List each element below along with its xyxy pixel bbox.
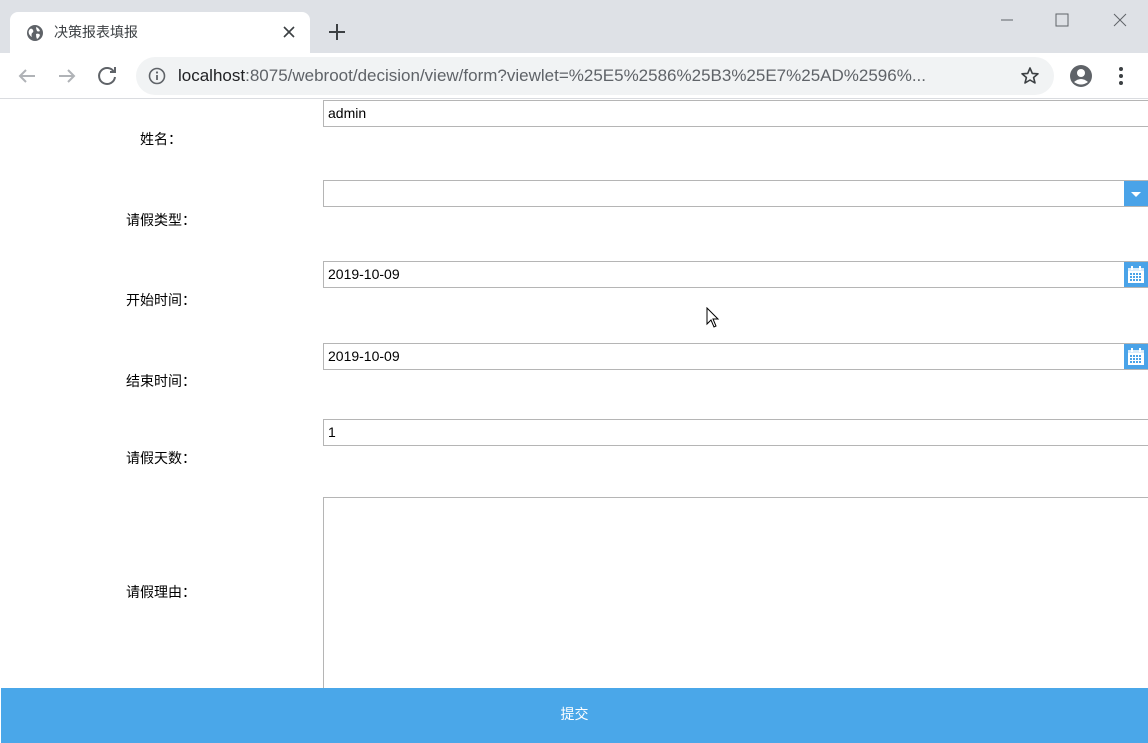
leave-reason-label: 请假理由： [126, 585, 196, 601]
browser-tabstrip: 决策报表填报 [0, 0, 1148, 53]
leave-type-label: 请假类型： [126, 213, 196, 229]
submit-button[interactable]: 提交 [1, 688, 1148, 743]
leave-type-select[interactable] [323, 180, 1148, 207]
dropdown-button[interactable] [1124, 181, 1148, 206]
url-host: localhost [178, 66, 246, 85]
leave-days-input[interactable]: 1 [323, 419, 1148, 446]
url-path: :8075/webroot/decision/view/form?viewlet… [245, 66, 926, 85]
start-date-input[interactable]: 2019-10-09 [323, 261, 1148, 288]
browser-tab[interactable]: 决策报表填报 [10, 12, 310, 53]
minimize-icon[interactable] [995, 8, 1019, 32]
calendar-icon [1128, 348, 1144, 365]
tab-title: 决策报表填报 [54, 25, 138, 41]
leave-days-label: 请假天数： [126, 451, 196, 467]
start-date-picker-button[interactable] [1124, 262, 1148, 287]
more-menu-icon[interactable] [1111, 64, 1131, 88]
chevron-down-icon [1131, 192, 1141, 197]
address-bar[interactable]: localhost:8075/webroot/decision/view/for… [136, 57, 1054, 95]
reload-icon[interactable] [95, 63, 121, 89]
end-date-picker-button[interactable] [1124, 344, 1148, 369]
calendar-icon [1128, 266, 1144, 283]
url-text[interactable]: localhost:8075/webroot/decision/view/for… [178, 66, 926, 86]
leave-reason-textarea[interactable] [323, 497, 1148, 689]
info-icon[interactable] [148, 67, 166, 85]
name-input[interactable]: admin [323, 100, 1148, 127]
start-time-label: 开始时间： [126, 293, 196, 309]
back-arrow-icon[interactable] [14, 63, 40, 89]
bookmark-star-icon[interactable] [1020, 66, 1040, 86]
maximize-icon[interactable] [1050, 8, 1074, 32]
browser-toolbar: localhost:8075/webroot/decision/view/for… [0, 53, 1148, 99]
leave-form: 姓名： admin 请假类型： 开始时间： 2019-10-09 结束时间： 2… [0, 100, 1148, 743]
forward-arrow-icon[interactable] [54, 63, 80, 89]
end-time-label: 结束时间： [126, 374, 196, 390]
profile-icon[interactable] [1069, 64, 1093, 88]
globe-icon [27, 25, 43, 41]
close-tab-icon[interactable] [280, 23, 298, 41]
name-label: 姓名： [140, 132, 182, 148]
mouse-cursor-icon [706, 307, 720, 328]
new-tab-icon[interactable] [326, 21, 348, 43]
end-date-input[interactable]: 2019-10-09 [323, 343, 1148, 370]
window-close-icon[interactable] [1108, 8, 1132, 32]
